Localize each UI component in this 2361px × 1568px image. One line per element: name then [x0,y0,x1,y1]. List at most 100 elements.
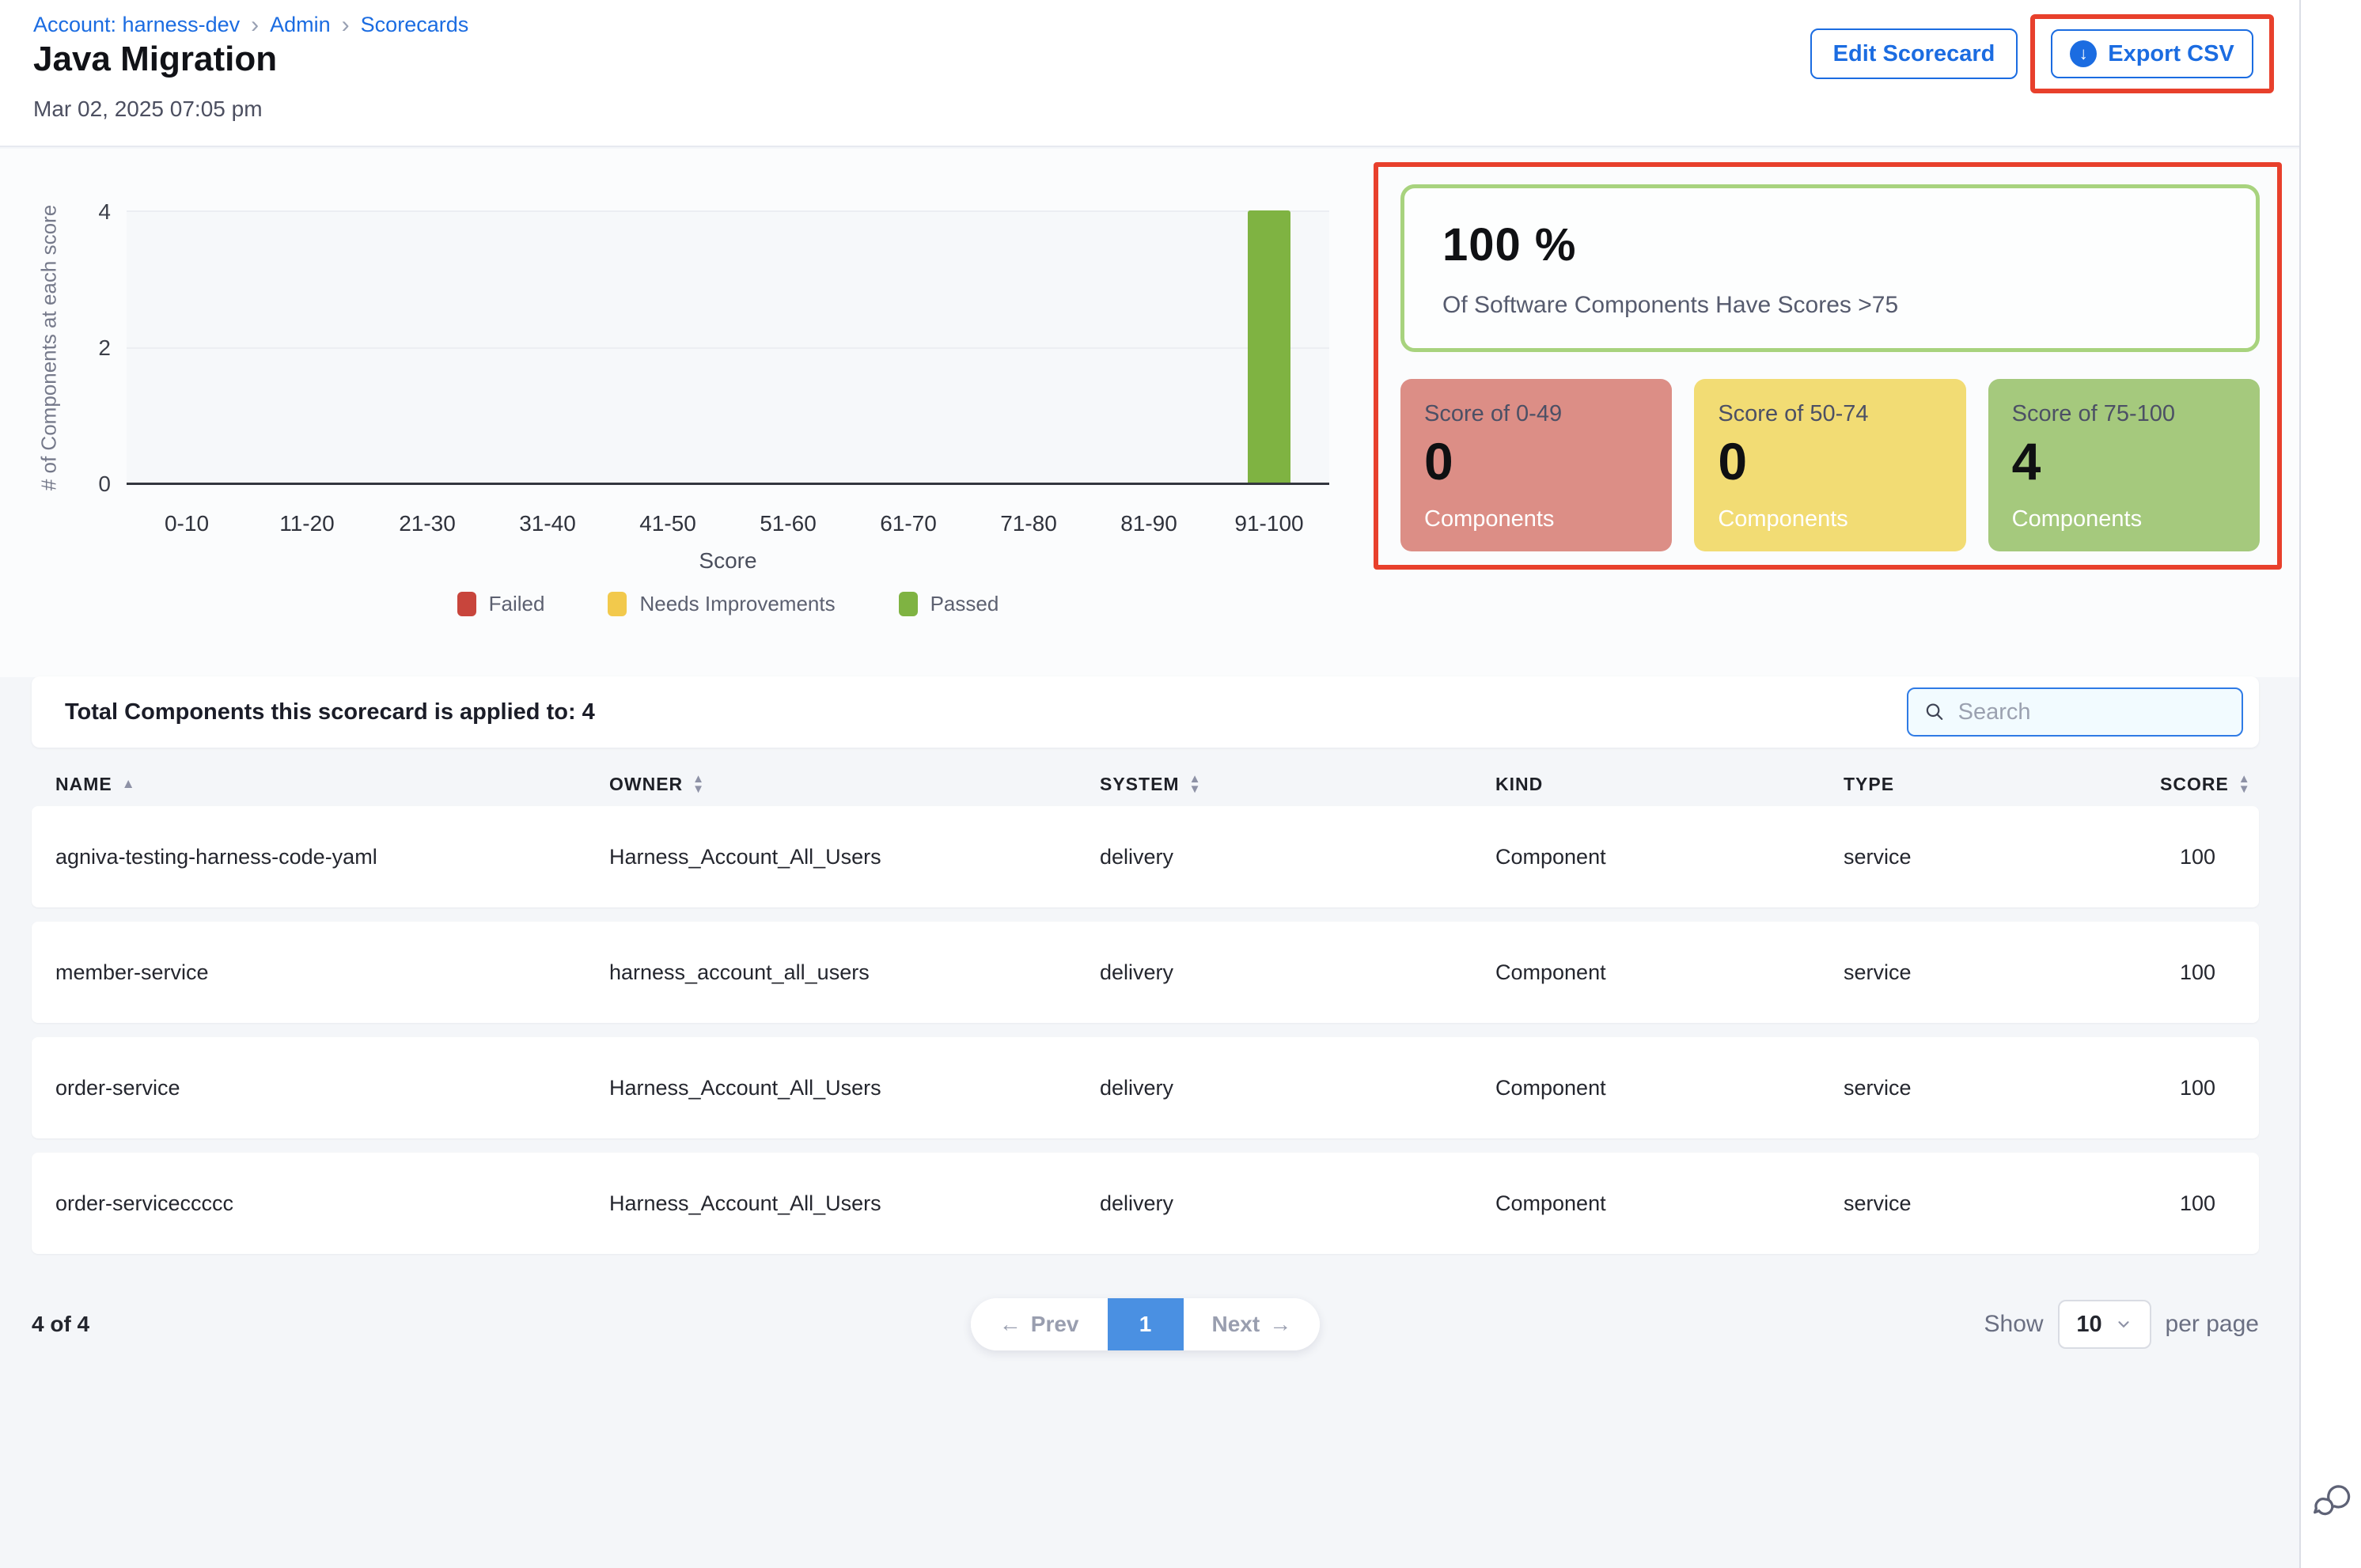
x-tick-labels: 0-10 11-20 21-30 31-40 41-50 51-60 61-70… [127,511,1329,536]
column-header-owner[interactable]: OWNER ▲▼ [609,774,1100,795]
chevron-right-icon: › [251,14,259,36]
scorecard-details-page: Account: harness-dev › Admin › Scorecard… [0,0,2361,1568]
column-header-score[interactable]: SCORE ▲▼ [2160,774,2251,795]
table-row[interactable]: order-serviceccccc Harness_Account_All_U… [32,1153,2259,1254]
chevron-down-icon [2115,1316,2132,1333]
legend-swatch-passed-icon [899,592,918,616]
page-size-control: Show 10 per page [1517,1300,2259,1349]
components-table-section: Total Components this scorecard is appli… [32,676,2259,1350]
score-card-0-49[interactable]: Score of 0-49 0 Components [1400,379,1672,551]
x-tick: 91-100 [1209,511,1329,536]
chart-x-axis-label: Score [127,548,1329,574]
score-summary-annotation-box: 100 % Of Software Components Have Scores… [1374,162,2282,570]
table-row[interactable]: member-service harness_account_all_users… [32,922,2259,1023]
per-page-label: per page [2166,1311,2259,1338]
score-card-caption: Components [1718,506,1942,532]
search-input[interactable] [1958,699,2226,725]
edit-scorecard-label: Edit Scorecard [1833,41,1995,67]
show-label: Show [1984,1311,2044,1338]
legend-label: Passed [930,592,999,616]
column-header-name[interactable]: NAME ▲ [55,774,609,795]
x-tick: 51-60 [728,511,848,536]
legend-swatch-needs-improvements-icon [608,592,627,616]
score-card-value: 4 [2012,435,2236,487]
scorecard-timestamp: Mar 02, 2025 07:05 pm [33,97,263,122]
export-csv-button[interactable]: ↓ Export CSV [2051,29,2253,78]
breadcrumb-scorecards-link[interactable]: Scorecards [361,13,469,37]
x-tick: 41-50 [608,511,728,536]
percent-above-threshold-card: 100 % Of Software Components Have Scores… [1400,184,2260,352]
x-tick: 21-30 [367,511,487,536]
table-row[interactable]: agniva-testing-harness-code-yaml Harness… [32,806,2259,907]
y-tick-0: 0 [71,472,111,497]
chart-legend: Failed Needs Improvements Passed [127,592,1329,616]
cell-kind: Component [1495,960,1844,985]
legend-item-needs-improvements[interactable]: Needs Improvements [608,592,835,616]
column-header-type[interactable]: TYPE [1844,774,2160,795]
right-rail [2299,0,2361,1568]
column-header-system[interactable]: SYSTEM ▲▼ [1100,774,1495,795]
x-tick: 0-10 [127,511,247,536]
chart-bar-91-100[interactable] [1248,210,1290,483]
percent-value: 100 % [1442,218,2256,271]
row-count-label: 4 of 4 [32,1312,774,1337]
total-components-label: Total Components this scorecard is appli… [65,699,595,725]
cell-owner: Harness_Account_All_Users [609,1191,1100,1216]
cell-score: 100 [2160,1191,2235,1216]
legend-item-passed[interactable]: Passed [899,592,999,616]
page-header: Account: harness-dev › Admin › Scorecard… [0,0,2361,147]
chat-support-icon[interactable] [2312,1481,2353,1522]
score-range-cards: Score of 0-49 0 Components Score of 50-7… [1400,379,2260,551]
arrow-left-icon: ← [999,1312,1021,1337]
score-card-caption: Components [1424,506,1648,532]
cell-system: delivery [1100,960,1495,985]
legend-item-failed[interactable]: Failed [457,592,545,616]
y-tick-4: 4 [71,199,111,225]
cell-score: 100 [2160,1076,2235,1100]
cell-name: order-service [55,1076,609,1100]
cell-kind: Component [1495,845,1844,869]
prev-page-button[interactable]: ← Prev [971,1298,1108,1350]
cell-owner: Harness_Account_All_Users [609,1076,1100,1100]
table-row[interactable]: order-service Harness_Account_All_Users … [32,1037,2259,1138]
page-number-button[interactable]: 1 [1108,1298,1184,1350]
cell-owner: harness_account_all_users [609,960,1100,985]
x-tick: 31-40 [487,511,608,536]
score-card-50-74[interactable]: Score of 50-74 0 Components [1694,379,1965,551]
cell-name: order-serviceccccc [55,1191,609,1216]
x-tick: 81-90 [1089,511,1209,536]
score-card-label: Score of 0-49 [1424,401,1648,427]
column-header-kind[interactable]: KIND [1495,774,1844,795]
score-card-value: 0 [1424,435,1648,487]
legend-swatch-failed-icon [457,592,476,616]
arrow-right-icon: → [1269,1312,1291,1337]
x-axis-line [127,483,1329,485]
table-topbar: Total Components this scorecard is appli… [32,676,2259,748]
cell-system: delivery [1100,845,1495,869]
cell-kind: Component [1495,1076,1844,1100]
cell-type: service [1844,845,2160,869]
score-card-75-100[interactable]: Score of 75-100 4 Components [1988,379,2260,551]
y-tick-2: 2 [71,335,111,361]
table-column-headers: NAME ▲ OWNER ▲▼ SYSTEM ▲▼ KIND TYPE SCOR… [32,762,2259,806]
bar-group [127,210,1329,483]
percent-caption: Of Software Components Have Scores >75 [1442,292,2256,319]
edit-scorecard-button[interactable]: Edit Scorecard [1810,28,2018,79]
search-box[interactable] [1907,687,2243,737]
x-tick: 11-20 [247,511,367,536]
score-card-value: 0 [1718,435,1942,487]
next-page-button[interactable]: Next → [1184,1298,1321,1350]
chart-y-axis-label: # of Components at each score [37,182,62,514]
score-card-caption: Components [2012,506,2236,532]
legend-label: Needs Improvements [639,592,835,616]
cell-score: 100 [2160,845,2235,869]
page-size-dropdown[interactable]: 10 [2058,1300,2151,1349]
cell-name: member-service [55,960,609,985]
breadcrumb-admin-link[interactable]: Admin [270,13,331,37]
sort-icon: ▲▼ [692,774,705,794]
sort-icon: ▲▼ [2238,774,2251,794]
legend-label: Failed [489,592,545,616]
breadcrumb-account-link[interactable]: Account: harness-dev [33,13,240,37]
sort-icon: ▲▼ [1189,774,1202,794]
export-csv-label: Export CSV [2108,41,2234,67]
